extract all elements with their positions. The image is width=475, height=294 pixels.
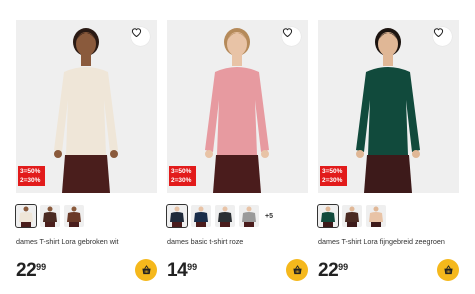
price-decimal: 99 [36, 262, 47, 272]
promo-line: 2=30% [20, 177, 41, 184]
promo-line: 2=30% [322, 177, 343, 184]
shopping-basket-icon [443, 265, 453, 275]
price-integer: 22 [16, 260, 37, 281]
heart-outline-icon [131, 28, 142, 37]
product-card[interactable]: 3=50% 2=30% dames T-shirt Lora fijngebre… [317, 0, 459, 294]
color-swatches: +5 [166, 204, 273, 228]
color-swatch[interactable] [40, 205, 60, 227]
product-image[interactable]: 3=50% 2=30% [167, 20, 308, 193]
favorite-button[interactable] [433, 27, 452, 46]
shopping-basket-icon [141, 265, 151, 275]
promo-line: 3=50% [322, 168, 343, 175]
color-swatch[interactable] [215, 205, 235, 227]
more-colors-count[interactable]: +5 [265, 213, 273, 220]
heart-outline-icon [282, 28, 293, 37]
product-price: 2299 [16, 260, 46, 282]
favorite-button[interactable] [131, 27, 150, 46]
product-price: 1499 [167, 260, 197, 282]
promo-line: 2=30% [171, 177, 192, 184]
product-card[interactable]: 3=50% 2=30% dames T-shirt Lora gebroken … [15, 0, 157, 294]
color-swatch[interactable] [191, 205, 211, 227]
shopping-basket-icon [292, 265, 302, 275]
product-image[interactable]: 3=50% 2=30% [318, 20, 459, 193]
color-swatch[interactable] [239, 205, 259, 227]
promo-badge: 3=50% 2=30% [18, 166, 45, 186]
price-integer: 22 [318, 260, 339, 281]
heart-outline-icon [433, 28, 444, 37]
add-to-cart-button[interactable] [437, 259, 459, 281]
color-swatch[interactable] [15, 204, 37, 228]
product-title[interactable]: dames T-shirt Lora gebroken wit [16, 237, 166, 246]
promo-line: 3=50% [20, 168, 41, 175]
price-decimal: 99 [187, 262, 198, 272]
color-swatch[interactable] [342, 205, 362, 227]
color-swatches [15, 204, 84, 228]
favorite-button[interactable] [282, 27, 301, 46]
promo-badge: 3=50% 2=30% [169, 166, 196, 186]
product-title[interactable]: dames T-shirt Lora fijngebreid zeegroen [318, 237, 468, 246]
add-to-cart-button[interactable] [135, 259, 157, 281]
price-integer: 14 [167, 260, 188, 281]
product-card[interactable]: 3=50% 2=30% +5 dames basic t-shirt roze … [166, 0, 308, 294]
promo-line: 3=50% [171, 168, 192, 175]
price-decimal: 99 [338, 262, 349, 272]
product-image[interactable]: 3=50% 2=30% [16, 20, 157, 193]
product-title[interactable]: dames basic t-shirt roze [167, 237, 317, 246]
product-price: 2299 [318, 260, 348, 282]
add-to-cart-button[interactable] [286, 259, 308, 281]
color-swatch[interactable] [166, 204, 188, 228]
color-swatch[interactable] [64, 205, 84, 227]
color-swatches [317, 204, 386, 228]
color-swatch[interactable] [317, 204, 339, 228]
color-swatch[interactable] [366, 205, 386, 227]
promo-badge: 3=50% 2=30% [320, 166, 347, 186]
